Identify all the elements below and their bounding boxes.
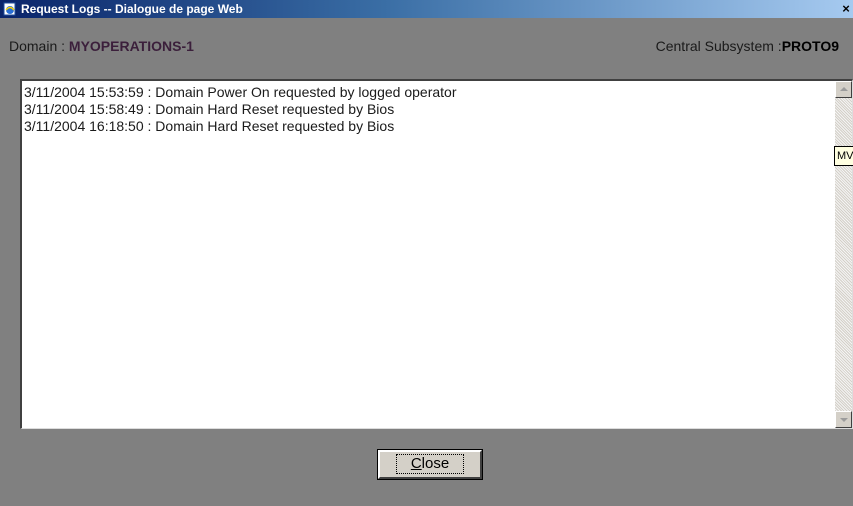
- close-button-label: Close: [395, 454, 465, 474]
- close-button[interactable]: Close: [377, 449, 483, 480]
- vertical-scrollbar[interactable]: [835, 81, 852, 428]
- log-entry: 3/11/2004 15:58:49 : Domain Hard Reset r…: [24, 101, 395, 117]
- scroll-down-button[interactable]: [835, 411, 852, 428]
- subsystem-value: PROTO9: [781, 38, 839, 54]
- log-lines: 3/11/2004 15:53:59 : Domain Power On req…: [24, 84, 456, 135]
- subsystem-label: Central Subsystem :: [655, 38, 782, 54]
- subsystem-info: Central Subsystem :PROTO9: [656, 38, 839, 54]
- arrow-up-icon: [840, 87, 848, 91]
- domain-info: Domain : MYOPERATIONS-1: [9, 38, 194, 54]
- request-log-textarea[interactable]: 3/11/2004 15:53:59 : Domain Power On req…: [20, 79, 853, 429]
- close-label-rest: lose: [421, 455, 450, 472]
- close-accelerator: C: [410, 455, 422, 472]
- tooltip: MV: [834, 146, 853, 166]
- ie-page-icon: [2, 1, 18, 17]
- title-bar[interactable]: Request Logs -- Dialogue de page Web ×: [0, 0, 853, 18]
- scroll-up-button[interactable]: [835, 81, 852, 98]
- domain-value: MYOPERATIONS-1: [68, 38, 194, 54]
- close-window-icon[interactable]: ×: [839, 1, 853, 17]
- log-entry: 3/11/2004 16:18:50 : Domain Hard Reset r…: [24, 118, 395, 134]
- domain-label: Domain :: [9, 38, 69, 54]
- log-entry: 3/11/2004 15:53:59 : Domain Power On req…: [24, 84, 457, 100]
- window-title: Request Logs -- Dialogue de page Web: [21, 2, 243, 16]
- arrow-down-icon: [840, 418, 848, 422]
